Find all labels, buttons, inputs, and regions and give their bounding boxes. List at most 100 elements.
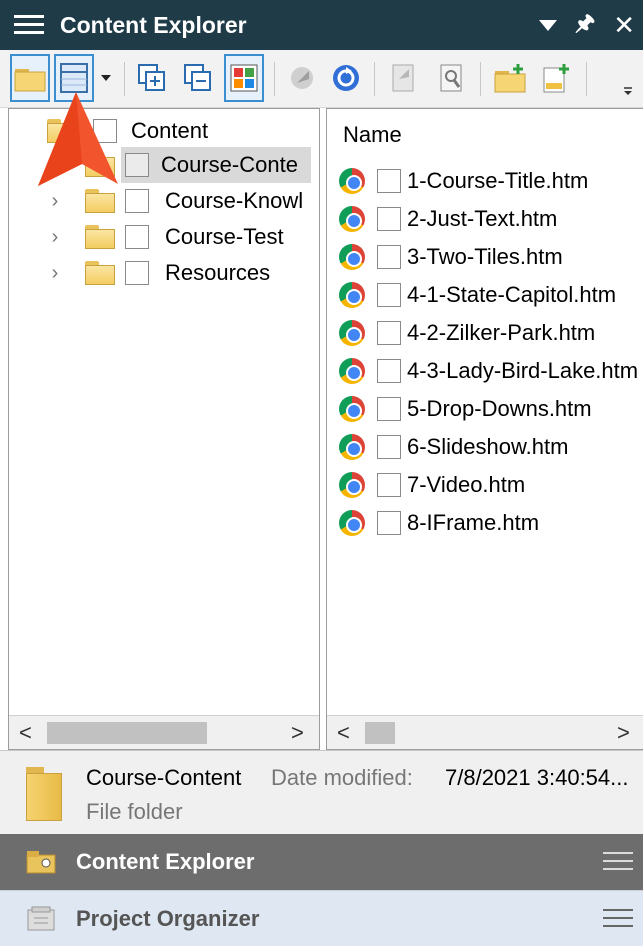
file-checkbox[interactable] (377, 169, 401, 193)
show-files-button[interactable] (224, 54, 264, 102)
file-list-item[interactable]: 8-IFrame.htm (339, 505, 539, 541)
open-folder-icon (14, 69, 46, 92)
file-name: 1-Course-Title.htm (407, 168, 589, 193)
scroll-thumb[interactable] (47, 722, 207, 744)
accordion-menu-icon[interactable] (603, 850, 633, 874)
tree-item-label: Course-Conte (161, 152, 298, 177)
file-checkbox[interactable] (377, 359, 401, 383)
file-list-item[interactable]: 4-3-Lady-Bird-Lake.htm (339, 353, 638, 389)
file-checkbox[interactable] (377, 473, 401, 497)
chrome-icon (339, 434, 365, 460)
tree-checkbox[interactable] (125, 261, 149, 285)
file-list-pane: Name 1-Course-Title.htm 2-Just-Text.htm 3-… (326, 108, 643, 750)
chevron-right-icon[interactable]: › (47, 190, 63, 213)
chrome-icon (339, 244, 365, 270)
scroll-thumb[interactable] (365, 722, 395, 744)
title-bar: Content Explorer 🖈︎ ✕ (0, 0, 643, 50)
file-list-horizontal-scrollbar[interactable]: < > (327, 715, 643, 749)
folder-tree-pane: Content › Course-Conte › Course-Knowl › … (8, 108, 320, 750)
file-checkbox[interactable] (377, 321, 401, 345)
project-organizer-icon (27, 906, 55, 930)
tree-item-label: Resources (165, 260, 271, 285)
scroll-left-icon[interactable]: < (337, 720, 350, 746)
file-checkbox[interactable] (377, 511, 401, 535)
collapse-all-icon (184, 64, 211, 91)
file-checkbox[interactable] (377, 245, 401, 269)
tree-item-label: Course-Knowl (165, 188, 304, 213)
column-header-name[interactable]: Name (343, 117, 402, 153)
file-list-item[interactable]: 2-Just-Text.htm (339, 201, 557, 237)
scroll-left-icon[interactable]: < (19, 720, 32, 746)
accordion-content-explorer[interactable]: Content Explorer (0, 834, 643, 890)
tree-checkbox[interactable] (125, 225, 149, 249)
dropdown-triangle-icon[interactable] (538, 19, 557, 31)
accordion-label: Project Organizer (76, 905, 260, 931)
binding-icon (291, 67, 313, 89)
chrome-icon (339, 358, 365, 384)
tree-item-label: Course-Test (165, 224, 284, 249)
accordion-label: Content Explorer (76, 849, 255, 874)
file-list-item[interactable]: 5-Drop-Downs.htm (339, 391, 592, 427)
file-checkbox[interactable] (377, 397, 401, 421)
file-list-item[interactable]: 4-2-Zilker-Park.htm (339, 315, 595, 351)
tree-item-course-test[interactable]: › Course-Test (47, 219, 284, 255)
binding-button[interactable] (282, 54, 322, 102)
new-folder-icon (494, 64, 526, 93)
tree-item-resources[interactable]: › Resources (47, 255, 270, 291)
new-folder-button[interactable] (490, 54, 530, 102)
scroll-right-icon[interactable]: > (291, 720, 304, 746)
file-name: 3-Two-Tiles.htm (407, 244, 563, 269)
tree-checkbox[interactable] (125, 153, 149, 177)
folder-icon (26, 767, 62, 821)
add-file-button[interactable] (536, 54, 576, 102)
selected-item-type: File folder (86, 799, 183, 824)
file-checkbox[interactable] (377, 435, 401, 459)
chrome-icon (339, 206, 365, 232)
file-list-item[interactable]: 1-Course-Title.htm (339, 163, 588, 199)
tree-horizontal-scrollbar[interactable]: < > (9, 715, 319, 749)
collapse-all-button[interactable] (178, 54, 218, 102)
chrome-icon (339, 472, 365, 498)
sync-button[interactable] (326, 54, 366, 102)
file-checkbox[interactable] (377, 207, 401, 231)
tree-checkbox[interactable] (125, 189, 149, 213)
find-icon (440, 64, 462, 92)
toolbar-overflow-button[interactable] (618, 80, 638, 102)
chevron-right-icon[interactable]: › (47, 226, 63, 249)
scroll-right-icon[interactable]: > (617, 720, 630, 746)
date-modified-value: 7/8/2021 3:40:54... (445, 765, 629, 790)
folder-icon (85, 261, 115, 285)
chrome-icon (339, 168, 365, 194)
pin-icon[interactable]: 🖈︎ (575, 6, 595, 44)
accordion-menu-icon[interactable] (603, 907, 633, 931)
chrome-icon (339, 320, 365, 346)
file-name: 8-IFrame.htm (407, 510, 540, 535)
file-name: 4-3-Lady-Bird-Lake.htm (407, 358, 639, 383)
file-list-item[interactable]: 4-1-State-Capitol.htm (339, 277, 616, 313)
callout-arrow-icon (38, 92, 118, 186)
find-button[interactable] (432, 54, 472, 102)
menu-icon[interactable] (14, 13, 46, 37)
file-list-item[interactable]: 3-Two-Tiles.htm (339, 239, 563, 275)
close-icon[interactable]: ✕ (613, 12, 635, 38)
toolbar-overflow-icon (624, 87, 632, 95)
chrome-icon (339, 396, 365, 422)
chrome-icon (339, 282, 365, 308)
expand-all-icon (138, 64, 165, 91)
tree-root-label: Content (131, 118, 209, 143)
sync-icon (333, 65, 359, 91)
table-view-icon (60, 63, 88, 93)
file-name: 4-2-Zilker-Park.htm (407, 320, 596, 345)
properties-button[interactable] (384, 54, 424, 102)
accordion-project-organizer[interactable]: Project Organizer (0, 890, 643, 946)
date-modified-label: Date modified: (271, 765, 413, 790)
file-list-item[interactable]: 7-Video.htm (339, 467, 525, 503)
file-list-item[interactable]: 6-Slideshow.htm (339, 429, 568, 465)
file-checkbox[interactable] (377, 283, 401, 307)
file-name: 7-Video.htm (407, 472, 526, 497)
window-title: Content Explorer (60, 11, 247, 38)
expand-all-button[interactable] (132, 54, 172, 102)
chevron-right-icon[interactable]: › (47, 262, 63, 285)
file-name: 6-Slideshow.htm (407, 434, 569, 459)
selected-item-name: Course-Content (86, 765, 242, 790)
